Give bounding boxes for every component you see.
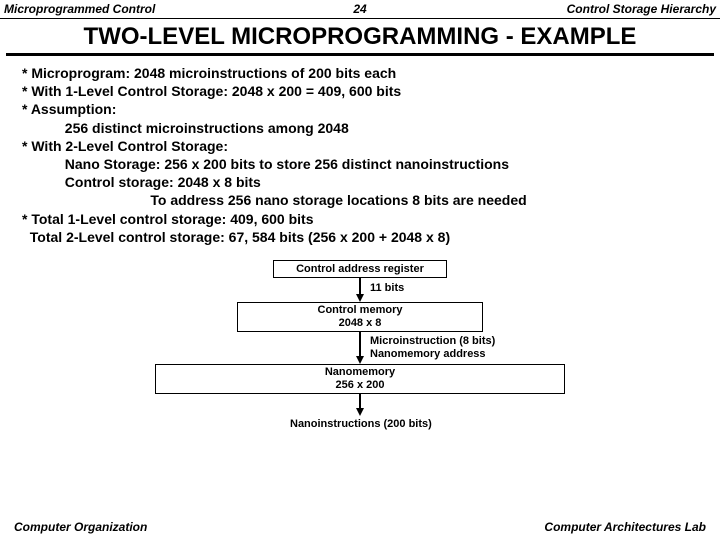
bullet-line: * Assumption: xyxy=(22,100,698,118)
slide-title: TWO-LEVEL MICROPROGRAMMING - EXAMPLE xyxy=(6,19,714,56)
label-line: Microinstruction (8 bits) xyxy=(370,335,495,347)
box-control-address-register: Control address register xyxy=(273,260,447,278)
box-label: Nanomemory xyxy=(325,366,395,379)
bullet-line: Nano Storage: 256 x 200 bits to store 25… xyxy=(22,155,698,173)
box-label: 256 x 200 xyxy=(336,379,385,392)
slide-footer: Computer Organization Computer Architect… xyxy=(0,520,720,534)
bullet-content: * Microprogram: 2048 microinstructions o… xyxy=(0,56,720,250)
bullet-line: * With 1-Level Control Storage: 2048 x 2… xyxy=(22,82,698,100)
slide-header: Microprogrammed Control 24 Control Stora… xyxy=(0,0,720,19)
bullet-line: 256 distinct microinstructions among 204… xyxy=(22,119,698,137)
label-microinstruction: Microinstruction (8 bits) Nanomemory add… xyxy=(370,335,495,360)
arrow-line xyxy=(359,332,361,358)
footer-right: Computer Architectures Lab xyxy=(544,520,706,534)
bullet-line: Total 2-Level control storage: 67, 584 b… xyxy=(22,228,698,246)
footer-left: Computer Organization xyxy=(14,520,147,534)
header-left: Microprogrammed Control xyxy=(4,2,353,16)
arrow-head-icon xyxy=(356,408,364,416)
header-page-number: 24 xyxy=(353,2,366,16)
bullet-line: * With 2-Level Control Storage: xyxy=(22,137,698,155)
bullet-line: * Microprogram: 2048 microinstructions o… xyxy=(22,64,698,82)
header-right: Control Storage Hierarchy xyxy=(367,2,716,16)
label-line: Nanomemory address xyxy=(370,348,486,360)
bullet-line: * Total 1-Level control storage: 409, 60… xyxy=(22,210,698,228)
box-label: Control address register xyxy=(296,263,424,276)
bullet-line: Control storage: 2048 x 8 bits xyxy=(22,173,698,191)
box-control-memory: Control memory 2048 x 8 xyxy=(237,302,483,332)
arrow-head-icon xyxy=(356,356,364,364)
bullet-line: To address 256 nano storage locations 8 … xyxy=(22,191,698,209)
arrow-head-icon xyxy=(356,294,364,302)
box-nanomemory: Nanomemory 256 x 200 xyxy=(155,364,565,394)
box-label: Control memory xyxy=(318,304,403,317)
box-label: 2048 x 8 xyxy=(339,317,382,330)
label-11-bits: 11 bits xyxy=(370,282,404,295)
label-nanoinstructions: Nanoinstructions (200 bits) xyxy=(290,418,432,431)
